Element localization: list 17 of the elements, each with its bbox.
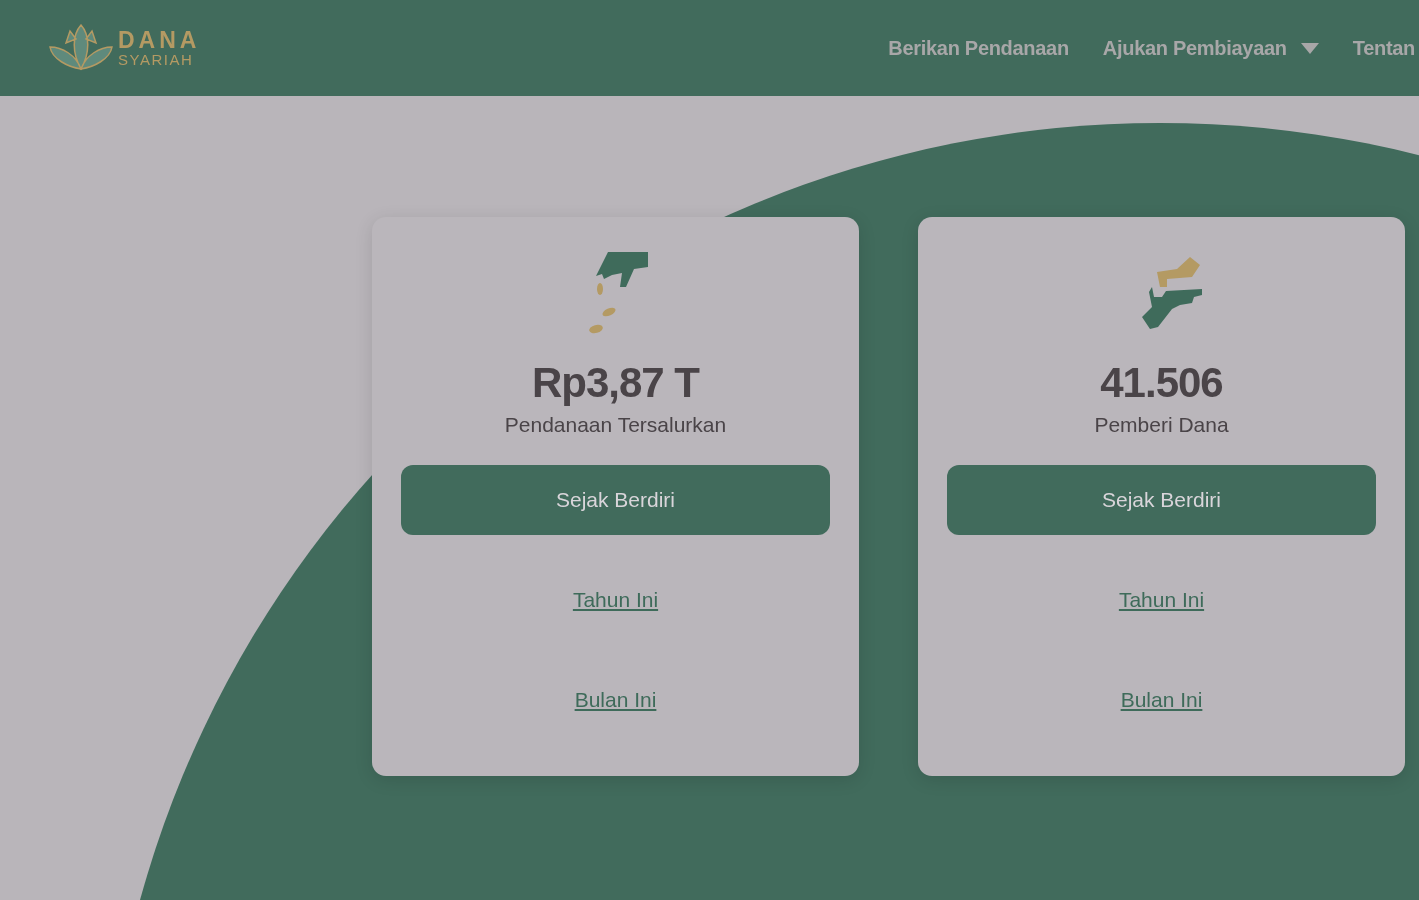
- stat-label: Pemberi Dana: [1094, 413, 1229, 437]
- nav-link[interactable]: Tentan: [1352, 36, 1415, 60]
- period-tab[interactable]: Tahun Ini: [401, 565, 830, 635]
- period-tab[interactable]: Sejak Berdiri: [947, 465, 1376, 535]
- nav-link[interactable]: Berikan Pendanaan: [888, 36, 1069, 60]
- caret-down-icon: [1300, 42, 1319, 54]
- logo-text: DANA: [118, 29, 201, 52]
- period-tab[interactable]: Bulan Ini: [947, 665, 1376, 735]
- stat-label: Pendanaan Tersalurkan: [504, 413, 727, 437]
- nav-link[interactable]: Ajukan Pembiayaan: [1102, 36, 1319, 60]
- stat-value: Rp3,87 T: [531, 359, 700, 407]
- period-tab[interactable]: Tahun Ini: [947, 565, 1376, 635]
- period-tab[interactable]: Sejak Berdiri: [401, 465, 830, 535]
- stat-value: 41.506: [1100, 359, 1223, 407]
- logo-subtext: SYARIAH: [118, 52, 195, 67]
- lotus-logo-icon: [48, 23, 114, 73]
- period-tab[interactable]: Bulan Ini: [401, 665, 830, 735]
